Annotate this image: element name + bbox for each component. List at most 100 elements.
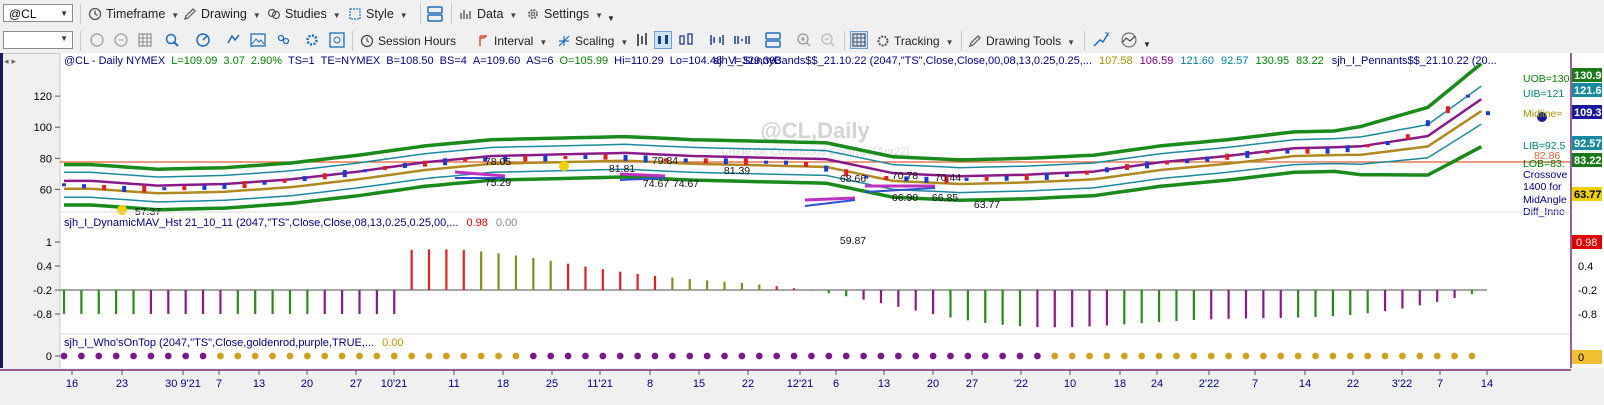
candle (1425, 120, 1430, 127)
date-tick-label: 2'22 (1199, 378, 1219, 390)
sunnybands-value: 107.58 (1099, 55, 1133, 67)
whosontop-dot (112, 352, 120, 360)
candle (1044, 172, 1049, 180)
whosontop-dot (1294, 352, 1302, 360)
whosontop-dot (773, 352, 781, 360)
whosontop-dot (130, 352, 137, 360)
candle (583, 155, 588, 160)
candle (1365, 144, 1370, 148)
whosontop-dot (1207, 352, 1215, 360)
whosontop-dot (529, 352, 537, 360)
date-tick-label: 11 (448, 378, 459, 390)
histogram-tick-label: -0.2 (33, 285, 52, 297)
whosontop-dot (1225, 352, 1233, 360)
whosontop-dot (860, 352, 867, 360)
candle (623, 155, 628, 162)
whosontop-dot (825, 352, 833, 360)
whosontop-dot (269, 352, 276, 360)
whosontop-dot (877, 352, 885, 360)
pennant-line (619, 172, 666, 178)
whosontop-dot (1138, 352, 1146, 360)
whosontop-dot (808, 352, 815, 360)
quote-value: TE=NYMEX (321, 55, 381, 67)
candle (1305, 148, 1310, 154)
date-tick-label: 7 (1437, 378, 1443, 390)
candle (302, 176, 307, 182)
right-price-label-text: 83.22 (1574, 155, 1602, 167)
whosontop-dot (929, 352, 937, 360)
candle (1064, 173, 1069, 177)
date-tick-label: 27 (966, 378, 978, 390)
histogram-tick-label: -0.8 (33, 309, 52, 321)
date-tick-label: 14 (1481, 378, 1493, 390)
quote-value: L=109.09 (171, 55, 217, 67)
whosontop-dot (1173, 352, 1180, 360)
candle (1325, 147, 1330, 154)
whosontop-dot (582, 352, 589, 360)
dynamicmav-title: sjh_I_DynamicMAV_Hst 21_10_11 (2047,"TS"… (64, 217, 458, 229)
whosontop-dot (164, 352, 172, 360)
candle (1345, 145, 1350, 153)
symbol-title: @CL - Daily NYMEX (64, 55, 166, 67)
price-chart[interactable]: @CL,Daily Crude Oil Continuous Contract … (0, 0, 1604, 405)
candle (362, 169, 367, 173)
price-annotation: 66.90 (892, 192, 918, 204)
candle (222, 183, 227, 190)
candle (603, 154, 608, 160)
price-annotation: 66.85 (932, 192, 958, 204)
candle (443, 158, 448, 166)
band-label: 1400 for (1523, 181, 1562, 193)
whosontop-dot (1399, 352, 1406, 360)
candle (102, 185, 107, 191)
price-tick-label: 100 (34, 122, 52, 134)
date-tick-label: 6 (833, 378, 839, 390)
whosontop-value: 0.00 (382, 337, 403, 349)
date-tick-label: 7 (1252, 378, 1258, 390)
date-tick-label: 20 (927, 378, 939, 390)
date-tick-label: 22 (742, 378, 754, 390)
whosontop-dot (1242, 352, 1250, 360)
date-tick-label: 8 (647, 378, 653, 390)
whosontop-dot (512, 352, 520, 360)
date-tick-label: 3'22 (1392, 378, 1412, 390)
candle (262, 181, 267, 185)
date-tick-label: 10'21 (381, 378, 408, 390)
whosontop-dot (842, 352, 850, 360)
date-tick-label: 14 (1299, 378, 1311, 390)
whosontop-dot (477, 352, 485, 360)
quote-value: 3.07 (223, 55, 244, 67)
whosontop-dot (912, 352, 920, 360)
candle (342, 170, 347, 178)
price-annotation: 74.67 (673, 178, 699, 190)
price-annotation: 70.44 (935, 172, 961, 184)
whosontop-dot (1259, 352, 1267, 360)
date-tick-label: 25 (546, 378, 558, 390)
quote-value: BS=4 (440, 55, 467, 67)
candle (1124, 164, 1129, 171)
whosontop-dot (999, 352, 1007, 360)
candle (1445, 106, 1450, 114)
whosontop-dot (703, 352, 711, 360)
price-annotation: 68.66 (840, 173, 866, 185)
quote-value: TS=1 (288, 55, 315, 67)
candle (563, 156, 568, 160)
price-axis-ticks: 120 100 80 60 (34, 91, 60, 196)
histogram-tick-label: 0.4 (37, 261, 52, 273)
date-tick-label: 16 (66, 378, 78, 390)
pennants-title: sjh_I_Pennants$$_21.10.22 (20... (1332, 55, 1497, 67)
quote-value: Hi=110.29 (614, 55, 664, 67)
price-annotation: 63.77 (974, 199, 1000, 211)
date-tick-label: 18 (1114, 378, 1126, 390)
whosontop-dot (1451, 352, 1458, 360)
right-price-label-text: 121.6 (1574, 85, 1602, 97)
right-price-label-text: 92.57 (1574, 138, 1602, 150)
whosontop-tick: 0 (46, 351, 52, 363)
histogram-right-tick: -0.2 (1578, 285, 1597, 297)
chart-background (60, 53, 1570, 368)
whosontop-dot (599, 352, 607, 360)
whosontop-dot (60, 352, 68, 360)
candle (543, 154, 548, 162)
candle (824, 165, 829, 172)
whosontop-dot (1034, 352, 1041, 360)
whosontop-right-label (1572, 350, 1602, 364)
